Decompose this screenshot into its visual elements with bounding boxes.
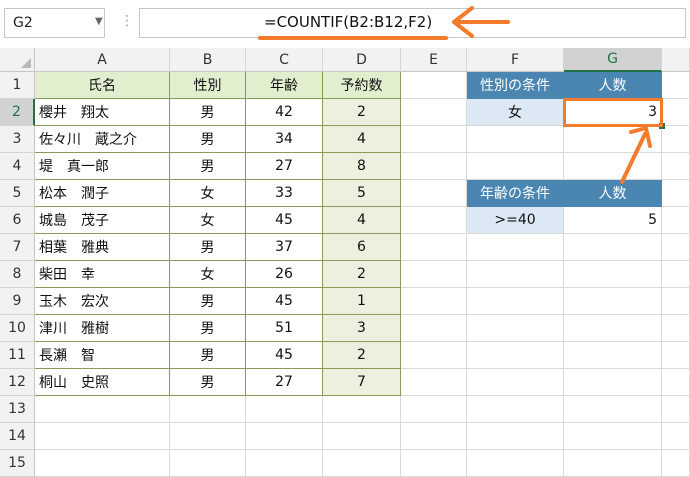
arrow-to-result-icon — [620, 132, 647, 184]
excel-window: G2 ▼ ⋮ ✕ ✓ fx =COUNTIF(B2:B12,F2) ABCDEF… — [0, 0, 690, 477]
annotation-overlay — [452, 6, 652, 184]
